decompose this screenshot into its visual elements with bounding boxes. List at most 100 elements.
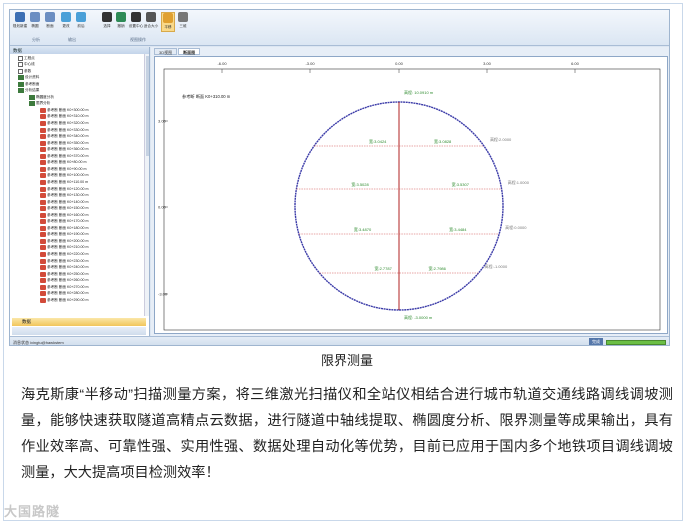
tab-3d-view[interactable]: 3D视图 [154,48,178,55]
section-file-icon [40,153,46,159]
tree-item[interactable]: 参数 [18,68,31,74]
tree-item[interactable]: 参考断 断面 K0+110.00 m [40,179,88,185]
ribbon-button-7[interactable]: 设置中心 [129,12,143,32]
tree-item[interactable]: 参考断 断面 K0+310.00 m [40,114,88,120]
panel-footer [12,327,146,335]
tree-item[interactable]: 参考断 断面 K0+130.00 m [40,193,88,199]
tree-item[interactable]: 参考断 断面 K0+320.00 m [40,121,88,127]
tree-item[interactable]: 参考断 断面 K0+250.00 m [40,271,88,277]
tree-item[interactable]: 参考断 断面 K0+350.00 m [40,140,88,146]
tree-item[interactable]: 参考断 断面 K0+230.00 m [40,258,88,264]
left-width-label: 宽:3.4870 [354,226,372,232]
ribbon-button-label: 断面 [46,23,54,28]
ribbon-button-label: 选择 [103,23,111,28]
ribbon-button-label: 规划新建 [12,23,28,28]
data-tree[interactable]: 工程点 中心线 参数 设计资料 参考断面 分析结果 椭圆度分析 限界分析 参考断 断面 K0+3… [10,54,144,316]
folder-icon [18,81,24,87]
y-tick-label: 3.00 [158,119,167,124]
tree-item-label: 参考断 断面 K0+140.00 m [47,199,89,204]
folder-icon [18,88,24,94]
x-tick-label: -6.00 [217,61,227,66]
tree-item-label: 分析结果 [25,88,40,93]
fit-icon [146,12,156,22]
tree-item[interactable]: 参考断 断面 K0+300.00 m [40,107,88,113]
ribbon-button-label: 椭圆 [31,23,39,28]
ribbon-button-8[interactable]: 适合大小 [144,12,158,32]
x-tick-label: 3.00 [483,61,492,66]
tree-item-label: 参考断 断面 K0+190.00 m [47,232,89,237]
ribbon-button-label: 撤销 [117,23,125,28]
tree-item-label: 参考断 断面 K0+120.00 m [47,186,89,191]
data-tab-button[interactable]: 数据 [12,318,146,326]
right-width-label: 宽:2.7986 [429,265,447,271]
tree-item[interactable]: 参考断 断面 K0+210.00 m [40,245,88,251]
tree-item[interactable]: 参考断 断面 K0+80.00 m [40,160,86,166]
tree-item[interactable]: 参考断 断面 K0+370.00 m [40,153,88,159]
section-drawing: -6.00 -3.00 0.00 3.00 6.00 3.00 0.00 -3.00 参考断 断… [158,61,661,331]
tree-item[interactable]: 工程点 [18,55,35,61]
section-file-icon [40,219,46,225]
tree-item[interactable]: 参考断 断面 K0+290.00 m [40,297,88,303]
folder-icon [18,75,24,81]
left-width-label: 宽:3.5028 [351,181,369,187]
tree-item[interactable]: 参考断 断面 K0+180.00 m [40,225,88,231]
tree-item-label: 参考断 断面 K0+360.00 m [47,147,89,152]
ribbon-button-4[interactable]: 前后 [74,12,88,32]
section-file-icon [40,284,46,290]
section-file-icon [40,134,46,140]
tree-item[interactable]: 参考断 断面 K0+260.00 m [40,278,88,284]
tree-item[interactable]: 参考断 断面 K0+100.00 m [40,173,88,179]
tree-item[interactable]: 参考断 断面 K0+280.00 m [40,291,88,297]
tunnel-icon [15,12,25,22]
tree-item[interactable]: 参考断 断面 K0+190.00 m [40,232,88,238]
section-file-icon [40,252,46,257]
tree-item[interactable]: 限界分析 [29,101,50,107]
ribbon-group-label: 分析 [32,37,40,42]
ribbon-button-9[interactable]: 平移 [161,12,175,32]
elevation-label: 高程:0.0000 [505,224,527,230]
tree-item[interactable]: 参考断 断面 K0+330.00 m [40,127,88,133]
ribbon-button-0[interactable]: 规划新建 [13,12,27,32]
tree-item[interactable]: 参考断 断面 K0+170.00 m [40,219,88,225]
tree-item[interactable]: 参考断面 [18,81,39,87]
section-canvas[interactable]: -6.00 -3.00 0.00 3.00 6.00 3.00 0.00 -3.00 参考断 断… [154,56,668,334]
y-tick-label: 0.00 [158,205,167,210]
tree-item[interactable]: 参考断 断面 K0+140.00 m [40,199,88,205]
tree-item[interactable]: 参考断 断面 K0+340.00 m [40,134,88,140]
tree-item[interactable]: 参考断 断面 K0+240.00 m [40,265,88,271]
tree-item[interactable]: 参考断 断面 K0+160.00 m [40,212,88,218]
tree-item[interactable]: 参考断 断面 K0+270.00 m [40,284,88,290]
arrow-icon [76,12,86,22]
ribbon-button-5[interactable]: 选择 [100,12,114,32]
tree-item[interactable]: 分析结果 [18,88,39,94]
section-file-icon [40,166,46,172]
status-bar: 消息状态 ixingtu@hawkstem 完成 [10,336,669,345]
tree-item-label: 参考断 断面 K0+160.00 m [47,212,89,217]
tree-item[interactable]: 参考断 断面 K0+90.00 m [40,166,86,172]
tree-item[interactable]: 中心线 [18,62,35,68]
section-file-icon [40,114,46,120]
top-elevation-label: 高程: 10.0910 m [404,89,434,95]
ribbon-button-1[interactable]: 椭圆 [28,12,42,32]
tree-item[interactable]: 椭圆度分析 [29,94,54,100]
tree-item-label: 参考断 断面 K0+210.00 m [47,245,89,250]
section-file-icon [40,225,46,231]
ribbon-button-6[interactable]: 撤销 [114,12,128,32]
tree-item[interactable]: 参考断 断面 K0+150.00 m [40,206,88,212]
tree-item[interactable]: 参考断 断面 K0+360.00 m [40,147,88,153]
ribbon-button-label: 适合大小 [143,23,159,28]
section-file-icon [40,245,46,251]
tree-item[interactable]: 参考断 断面 K0+120.00 m [40,186,88,192]
folder-icon [29,94,35,100]
tree-item[interactable]: 参考断 断面 K0+200.00 m [40,238,88,244]
x-tick-label: -3.00 [305,61,315,66]
ribbon-button-2[interactable]: 断面 [43,12,57,32]
ribbon-button-10[interactable]: 三维 [176,12,190,32]
tree-scrollbar[interactable] [144,54,149,316]
tab-section-view[interactable]: 断面图 [178,48,201,55]
tree-item[interactable]: 设计资料 [18,75,39,81]
target-icon [131,12,141,22]
tree-item-label: 参考断 断面 K0+240.00 m [47,265,89,270]
tree-item[interactable]: 参考断 断面 K0+220.00 m [40,252,88,258]
ribbon-button-3[interactable]: 更改 [59,12,73,32]
